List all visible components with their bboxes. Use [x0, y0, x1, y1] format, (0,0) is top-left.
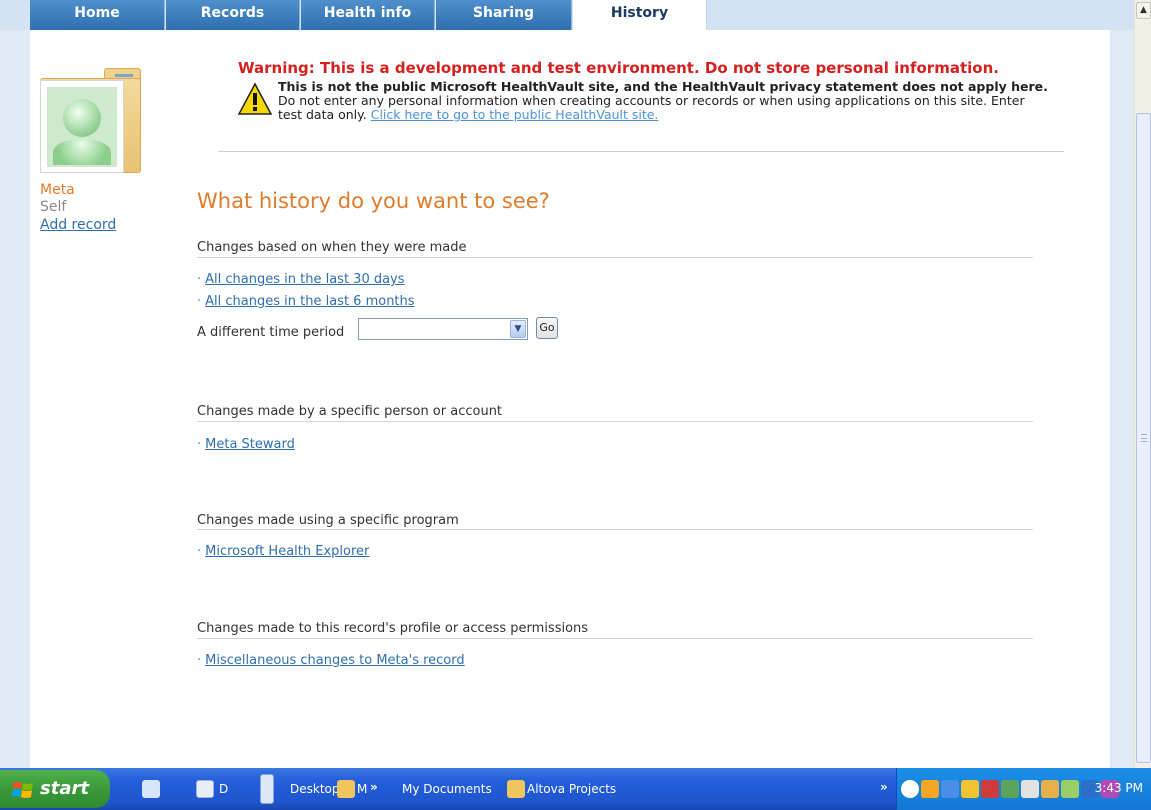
content-panel: [30, 30, 1110, 768]
folder-icon[interactable]: [337, 780, 355, 798]
section-title-time: Changes based on when they were made: [197, 240, 467, 255]
taskbar-scroll-icon[interactable]: [260, 774, 274, 804]
go-button[interactable]: Go: [536, 317, 558, 339]
chevron-down-icon[interactable]: ▼: [510, 320, 526, 338]
section-divider: [197, 421, 1033, 422]
tab-home[interactable]: Home: [30, 0, 165, 30]
tray-app-icon[interactable]: [921, 780, 939, 798]
tray-sync-icon[interactable]: [1041, 780, 1059, 798]
warning-text: This is not the public Microsoft HealthV…: [278, 80, 1048, 122]
tray-network-icon[interactable]: [941, 780, 959, 798]
link-health-explorer[interactable]: · Microsoft Health Explorer: [197, 544, 369, 559]
scroll-up-button[interactable]: ▲: [1136, 2, 1151, 19]
folder-icon[interactable]: [507, 780, 525, 798]
section-title-program: Changes made using a specific program: [197, 513, 459, 528]
start-label: start: [40, 778, 89, 799]
windows-logo-icon: [12, 782, 33, 798]
link-misc-changes-text[interactable]: Miscellaneous changes to Meta's record: [205, 653, 465, 668]
warning-divider: [218, 151, 1064, 152]
scrollbar-thumb[interactable]: [1136, 113, 1151, 763]
avatar-photo: [40, 80, 124, 173]
warning-icon: [238, 82, 272, 115]
section-title-person: Changes made by a specific person or acc…: [197, 404, 503, 419]
person-body-icon: [53, 139, 111, 165]
taskbar-item-d[interactable]: D: [219, 782, 228, 796]
tray-alert-icon[interactable]: [981, 780, 999, 798]
taskbar-window-icon[interactable]: [196, 780, 214, 798]
tray-shield-icon[interactable]: [961, 780, 979, 798]
section-divider: [197, 257, 1033, 258]
tab-sharing[interactable]: Sharing: [436, 0, 572, 30]
tab-history[interactable]: History: [573, 0, 707, 30]
section-divider: [197, 529, 1033, 530]
tab-records[interactable]: Records: [166, 0, 300, 30]
add-record-link[interactable]: Add record: [40, 217, 116, 233]
record-name[interactable]: Meta: [40, 182, 75, 198]
link-last-6-months[interactable]: · All changes in the last 6 months: [197, 294, 415, 309]
chevron-more-icon[interactable]: »: [370, 780, 378, 794]
section-title-profile: Changes made to this record's profile or…: [197, 621, 589, 636]
record-relationship: Self: [40, 199, 67, 215]
taskbar-item-m[interactable]: M: [357, 782, 367, 796]
time-period-select[interactable]: ▼: [358, 318, 528, 340]
link-meta-steward[interactable]: · Meta Steward: [197, 437, 295, 452]
period-label: A different time period: [197, 325, 345, 340]
chevron-more-icon[interactable]: »: [880, 780, 888, 794]
start-button[interactable]: start: [0, 770, 110, 808]
tray-back-icon[interactable]: [901, 780, 919, 798]
record-avatar[interactable]: [40, 68, 141, 173]
taskbar-item-my-documents[interactable]: My Documents: [402, 782, 492, 796]
link-health-explorer-text[interactable]: Microsoft Health Explorer: [205, 544, 369, 559]
taskbar-item-desktop[interactable]: Desktop: [290, 782, 340, 796]
link-meta-steward-text[interactable]: Meta Steward: [205, 437, 295, 452]
link-last-30-days[interactable]: · All changes in the last 30 days: [197, 272, 405, 287]
tray-messenger-icon[interactable]: [1061, 780, 1079, 798]
link-last-30-days-text[interactable]: All changes in the last 30 days: [205, 272, 404, 287]
scrollbar-grip-icon: [1141, 434, 1147, 442]
public-site-link[interactable]: Click here to go to the public HealthVau…: [371, 107, 659, 122]
warning-title: Warning: This is a development and test …: [238, 59, 999, 77]
taskbar-item-altova[interactable]: Altova Projects: [527, 782, 616, 796]
tray-db-icon[interactable]: [1021, 780, 1039, 798]
tab-health-info[interactable]: Health info: [301, 0, 435, 30]
tray-users-icon[interactable]: [1001, 780, 1019, 798]
person-head-icon: [63, 99, 101, 137]
section-divider: [197, 638, 1033, 639]
system-tray: 3:43 PM: [896, 768, 1151, 810]
page-title: What history do you want to see?: [197, 189, 550, 213]
top-nav: Home Records Health info Sharing History: [0, 0, 1134, 30]
vertical-scrollbar[interactable]: ▲: [1134, 0, 1151, 768]
quicklaunch-mail-icon[interactable]: [142, 780, 160, 798]
clock: 3:43 PM: [1094, 781, 1143, 795]
link-last-6-months-text[interactable]: All changes in the last 6 months: [205, 294, 414, 309]
warning-bold-text: This is not the public Microsoft HealthV…: [278, 79, 1048, 94]
link-misc-changes[interactable]: · Miscellaneous changes to Meta's record: [197, 653, 465, 668]
